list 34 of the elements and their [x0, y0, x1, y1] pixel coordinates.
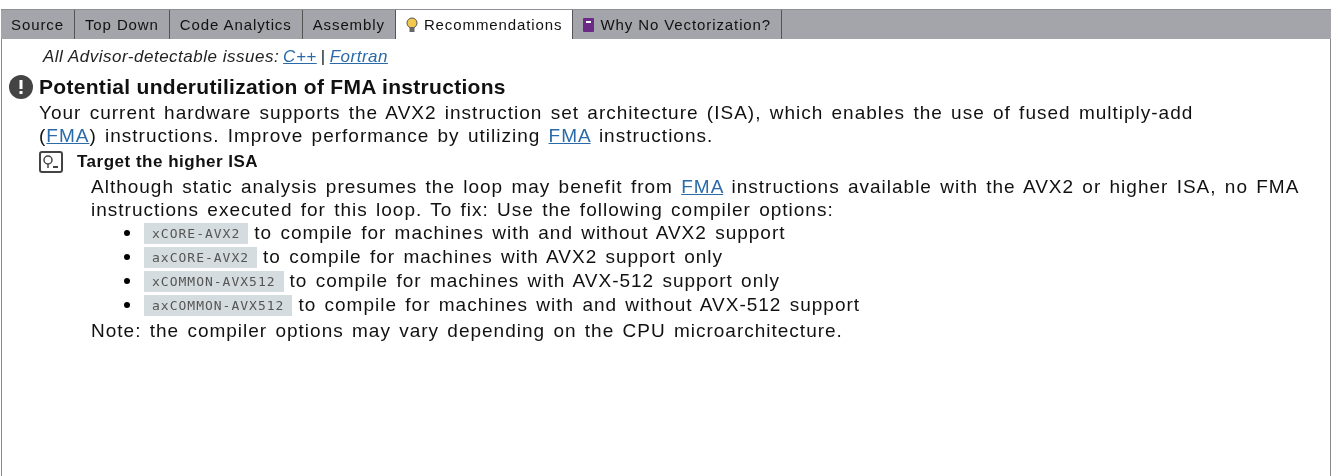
bullet-icon [124, 302, 130, 308]
warning-icon [9, 75, 33, 99]
bullet-icon [124, 278, 130, 284]
fma-link[interactable]: FMA [548, 125, 591, 146]
issue-title: Potential underutilization of FMA instructions [39, 75, 506, 99]
bullet-icon [124, 254, 130, 260]
option-description: to compile for machines with AVX2 support only [263, 246, 723, 268]
bullet-icon [124, 230, 130, 236]
compiler-option: xCOMMON-AVX512 [144, 270, 284, 292]
option-description: to compile for machines with and without AVX-512 support [298, 294, 861, 316]
lightbulb-icon [405, 16, 418, 33]
recommendation-title: Target the higher ISA [77, 152, 259, 172]
fma-link[interactable]: FMA [681, 176, 724, 197]
recommendation-description: Although static analysis presumes the loop may benefit from FMA instructions available with the AVX2 or higher ISA, no FMA instructions executed for this loop. To fix: Use the following compiler options: [91, 175, 1300, 221]
note-text: Note: the compiler options may vary depending on the CPU microarchitecture. [91, 319, 844, 342]
option-description: to compile for machines with and without AVX2 support [254, 222, 786, 244]
separator: | [320, 47, 326, 67]
fma-link[interactable]: FMA [46, 125, 90, 146]
book-icon [583, 17, 595, 32]
language-link[interactable]: C++ [283, 47, 317, 67]
compiler-option: xCORE-AVX2 [144, 222, 249, 244]
tab[interactable]: Code Analytics [169, 10, 303, 39]
tab[interactable]: Why No Vectorization? [573, 10, 783, 39]
tab[interactable]: Assembly [302, 10, 396, 39]
tab[interactable]: Top Down [74, 10, 170, 39]
issue-description: Your current hardware supports the AVX2 instruction set architecture (ISA), which enables the use of fused multiply-add (FMA) instructions. Improve performance by utilizing FMA instructions. [39, 101, 1195, 147]
compiler-option: axCOMMON-AVX512 [144, 294, 293, 316]
language-link[interactable]: Fortran [329, 47, 388, 67]
option-description: to compile for machines with AVX-512 support only [289, 270, 780, 292]
compiler-option: axCORE-AVX2 [144, 246, 258, 268]
tab[interactable]: Recommendations [395, 10, 574, 39]
issues-label: All Advisor-detectable issues: [43, 47, 280, 67]
tab[interactable]: Source [1, 10, 75, 39]
lightbulb-icon [39, 151, 63, 173]
